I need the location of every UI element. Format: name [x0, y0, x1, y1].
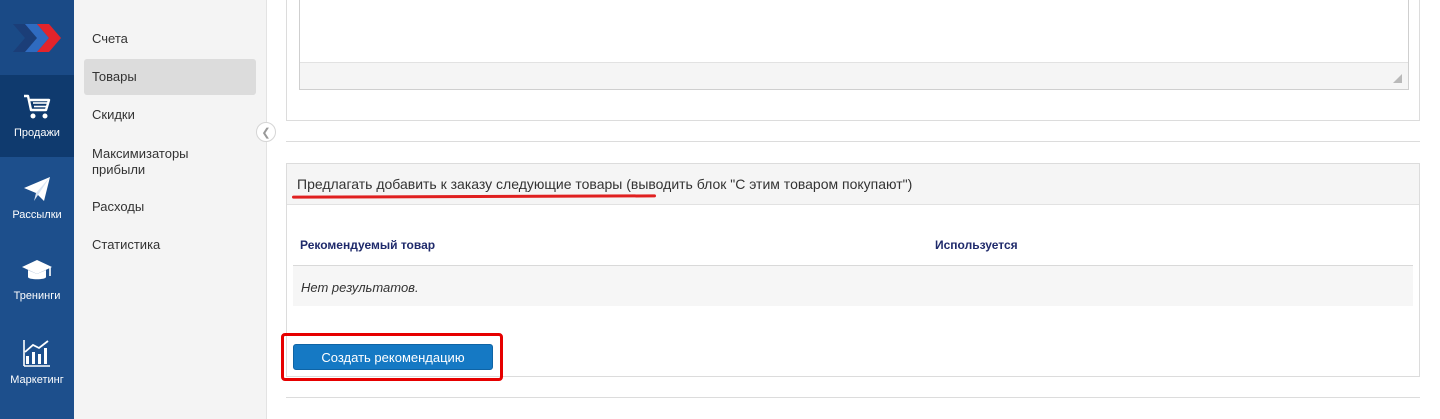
description-panel — [286, 0, 1420, 121]
sidebar-item-label: Расходы — [92, 199, 145, 214]
create-recommendation-button[interactable]: Создать рекомендацию — [293, 344, 493, 370]
card-title: Предлагать добавить к заказу следующие т… — [297, 176, 912, 192]
chart-growth-icon — [23, 340, 50, 367]
logo[interactable] — [0, 0, 74, 75]
rail-item-marketing[interactable]: Маркетинг — [0, 321, 74, 403]
cart-icon — [24, 94, 51, 119]
sidebar-item-label: Скидки — [92, 107, 135, 122]
card-header: Предлагать добавить к заказу следующие т… — [287, 164, 1419, 205]
divider — [286, 397, 1420, 398]
rail-item-label: Продажи — [14, 127, 60, 139]
table-row: Нет результатов. — [293, 266, 1413, 306]
resize-handle-icon[interactable] — [1393, 74, 1402, 83]
sidebar-item-invoices[interactable]: Счета — [84, 28, 256, 50]
chevron-left-icon: ❮ — [261, 126, 271, 139]
sidebar-item-discounts[interactable]: Скидки — [84, 104, 256, 126]
rail-item-mailings[interactable]: Рассылки — [0, 157, 74, 239]
sidebar-item-label: Статистика — [92, 237, 161, 252]
empty-results-text: Нет результатов. — [301, 280, 419, 295]
rail-item-trainings[interactable]: Тренинги — [0, 239, 74, 321]
sidebar-item-label: Счета — [92, 31, 128, 46]
sidebar-item-profit-maximizers[interactable]: Максимизаторы прибыли — [84, 144, 224, 180]
sidebar-item-label: Товары — [92, 69, 137, 84]
column-header-used[interactable]: Используется — [935, 238, 1018, 252]
sidebar-item-expenses[interactable]: Расходы — [84, 196, 256, 218]
divider — [286, 141, 1420, 142]
annotation-underline — [291, 194, 657, 199]
sidebar-item-products[interactable]: Товары — [84, 59, 256, 95]
card-title-rest: (выводить блок "С этим товаром покупают"… — [622, 176, 913, 192]
rail-item-label: Тренинги — [13, 290, 61, 302]
column-header-recommended-product[interactable]: Рекомендуемый товар — [300, 238, 435, 252]
description-textarea[interactable] — [299, 0, 1409, 90]
app-rail: Продажи Рассылки Тренинги Маркетинг — [0, 0, 74, 419]
rail-item-sales[interactable]: Продажи — [0, 75, 74, 157]
paper-plane-icon — [24, 177, 50, 201]
collapse-sidebar-button[interactable]: ❮ — [256, 122, 276, 142]
graduation-cap-icon — [22, 260, 52, 280]
sidebar-item-statistics[interactable]: Статистика — [84, 234, 256, 256]
textarea-statusbar — [300, 62, 1408, 89]
sales-sidebar: Счета Товары Скидки Максимизаторы прибыл… — [74, 0, 267, 419]
recommendations-card: Предлагать добавить к заказу следующие т… — [286, 163, 1420, 377]
rail-item-label: Рассылки — [12, 209, 62, 221]
card-title-main: Предлагать добавить к заказу следующие т… — [297, 176, 623, 192]
logo-chevrons-icon — [13, 23, 61, 52]
sidebar-item-label: Максимизаторы прибыли — [92, 146, 189, 177]
rail-item-label: Маркетинг — [10, 374, 64, 386]
